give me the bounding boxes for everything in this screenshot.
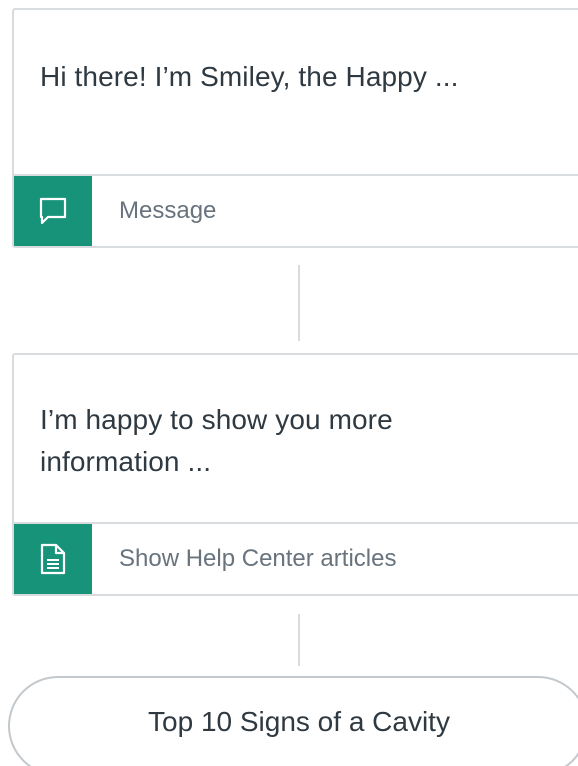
action-label-message: Message [119,197,217,224]
document-icon [40,543,66,574]
article-title: Top 10 Signs of a Cavity [148,706,450,737]
step-action-row[interactable]: Message [14,174,578,246]
step-help-center-text: I’m happy to show you more information .… [40,404,393,477]
flow-connector [298,614,300,666]
action-icon-container [14,523,92,594]
flow-connector [298,265,300,341]
flow-step-message[interactable]: Hi there! I’m Smiley, the Happy ... Mess… [12,8,578,248]
step-action-row[interactable]: Show Help Center articles [14,522,578,594]
flow-canvas: Hi there! I’m Smiley, the Happy ... Mess… [0,0,578,766]
step-message-text: Hi there! I’m Smiley, the Happy ... [40,61,459,92]
action-icon-container [14,175,92,246]
article-link[interactable]: Top 10 Signs of a Cavity [8,676,578,766]
speech-bubble-icon [39,197,67,224]
flow-step-help-center[interactable]: I’m happy to show you more information .… [12,353,578,596]
action-label-help-center: Show Help Center articles [119,545,397,572]
